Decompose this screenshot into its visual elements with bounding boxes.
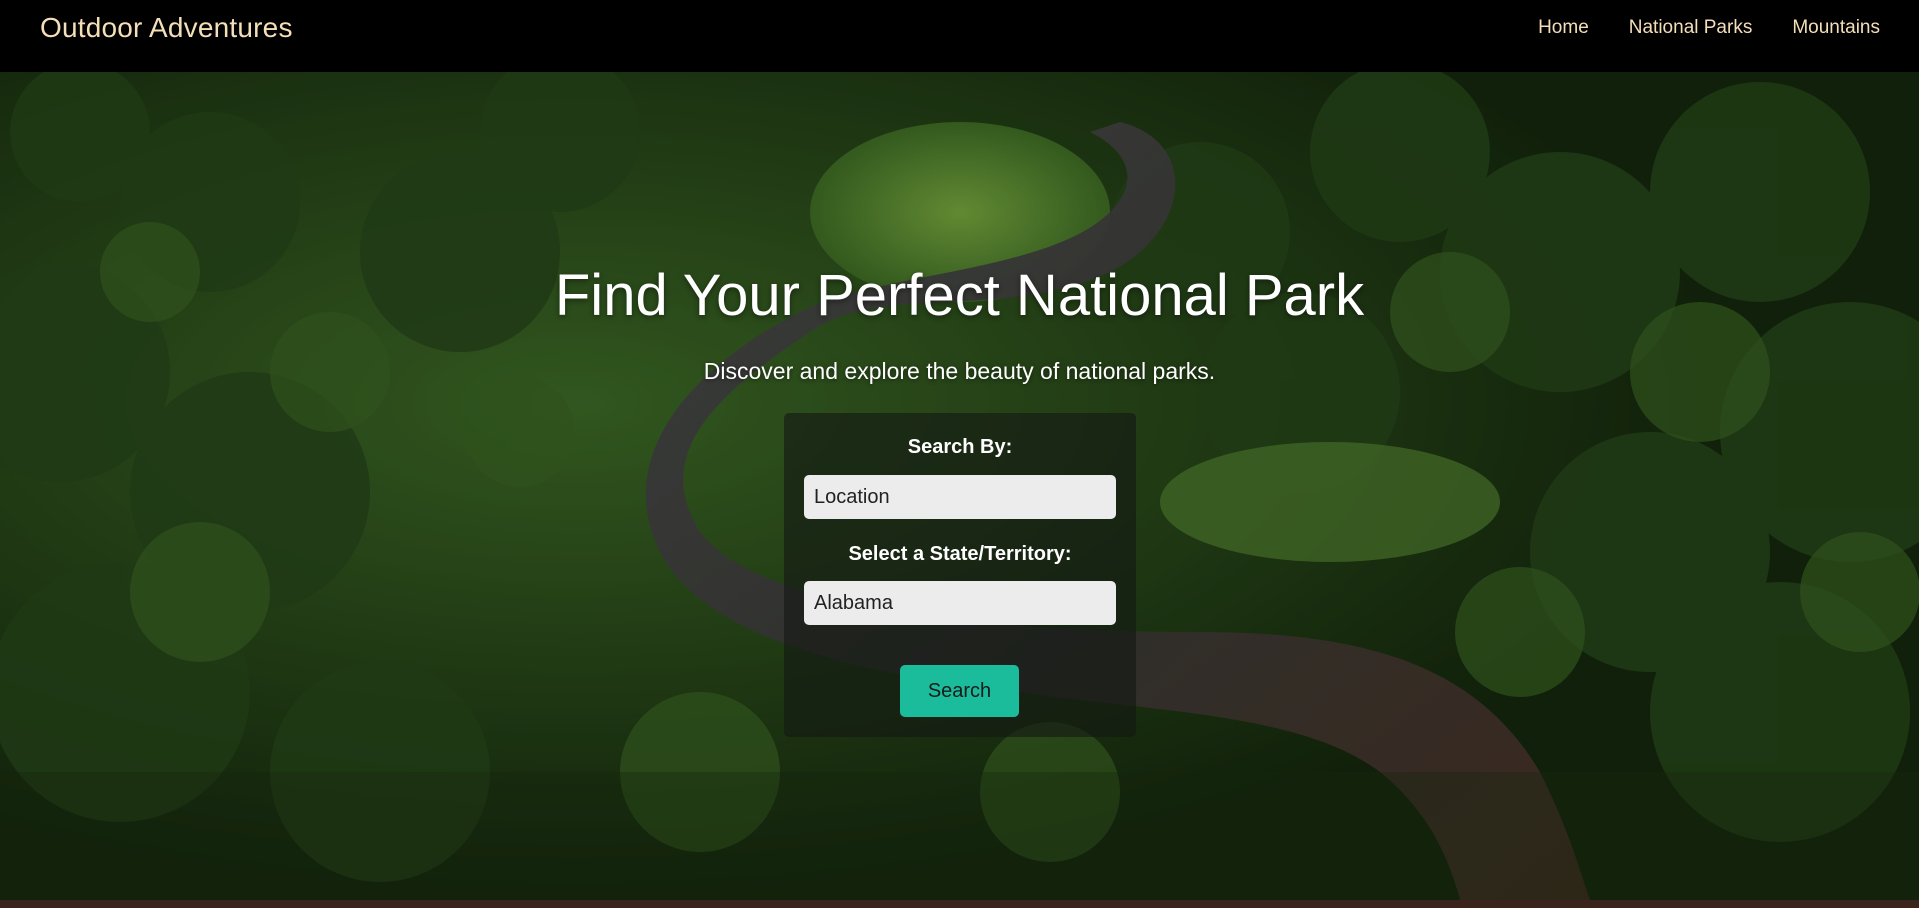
search-by-select[interactable]: Location xyxy=(804,475,1116,519)
nav-link-national-parks[interactable]: National Parks xyxy=(1629,17,1753,39)
state-selected-value: Alabama xyxy=(814,591,893,614)
nav-link-home[interactable]: Home xyxy=(1538,17,1589,39)
nav-links: Home National Parks Mountains xyxy=(1498,17,1880,39)
footer-edge xyxy=(0,900,1919,908)
hero-title: Find Your Perfect National Park xyxy=(554,263,1365,328)
nav-link-mountains[interactable]: Mountains xyxy=(1792,17,1880,39)
hero-section: Find Your Perfect National Park Discover… xyxy=(0,72,1919,900)
state-territory-select[interactable]: Alabama xyxy=(804,581,1116,625)
search-by-label: Search By: xyxy=(907,436,1013,458)
brand-logo-link[interactable]: Outdoor Adventures xyxy=(40,12,293,44)
search-button[interactable]: Search xyxy=(900,665,1019,717)
hero-subtitle: Discover and explore the beauty of natio… xyxy=(703,358,1216,384)
search-form: Search By: Location Select a State/Terri… xyxy=(784,413,1136,737)
state-territory-label: Select a State/Territory: xyxy=(848,543,1072,565)
search-by-selected-value: Location xyxy=(814,485,890,508)
top-navbar: Outdoor Adventures Home National Parks M… xyxy=(0,0,1919,72)
